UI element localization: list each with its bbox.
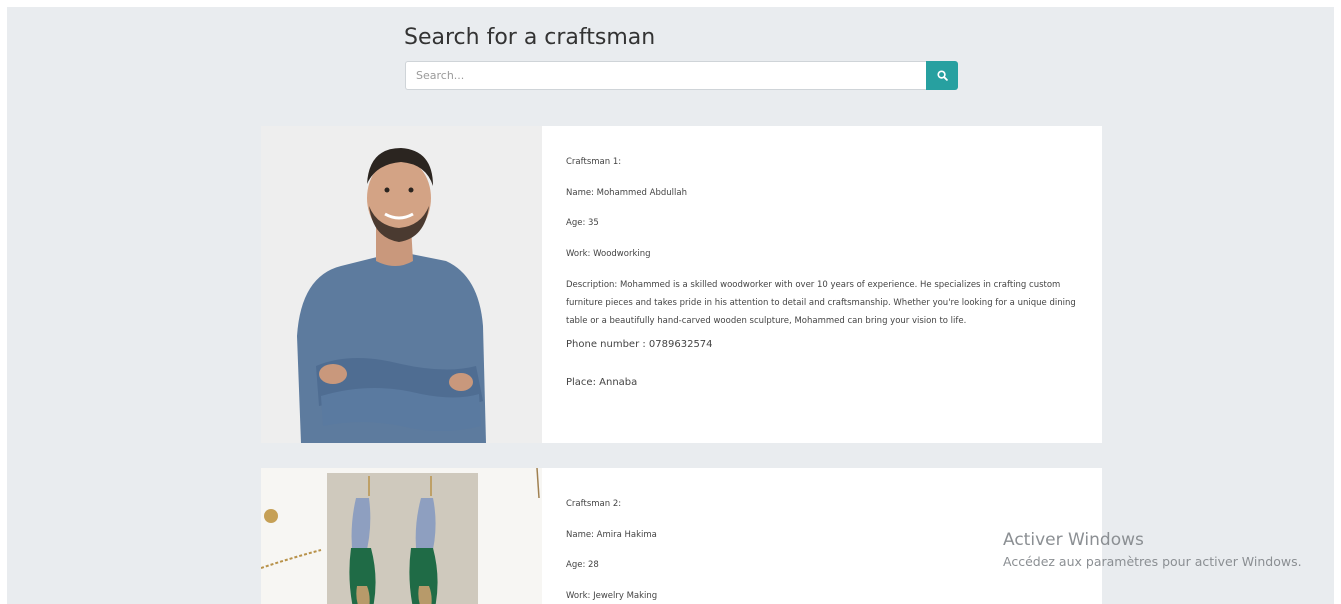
craftsman-phone: Phone number : 0789632574 — [566, 339, 713, 350]
craftsman-name: Name: Amira Hakima — [566, 529, 657, 540]
search-button[interactable] — [926, 61, 958, 90]
craftsman-description: Description: Mohammed is a skilled woodw… — [566, 280, 1076, 326]
page-title: Search for a craftsman — [404, 25, 656, 50]
craftsman-age: Age: 28 — [566, 560, 599, 570]
search-bar — [405, 61, 958, 90]
craftsman-info: Craftsman 1: Name: Mohammed Abdullah Age… — [542, 126, 1102, 443]
craftsman-info: Craftsman 2: Name: Amira Hakima Age: 28 … — [542, 468, 1102, 604]
page-background: Search for a craftsman Search... Craftsm… — [7, 7, 1334, 604]
craftsman-work: Work: Jewelry Making — [566, 590, 658, 601]
craftsman-place: Place: Annaba — [566, 377, 638, 388]
craftsman-name: Name: Mohammed Abdullah — [566, 187, 687, 198]
craftsman-age: Age: 35 — [566, 218, 599, 228]
craftsman-card: Craftsman 2: Name: Amira Hakima Age: 28 … — [261, 468, 1102, 604]
craftsman-card: Craftsman 1: Name: Mohammed Abdullah Age… — [261, 126, 1102, 443]
craftsman-heading: Craftsman 1: — [566, 157, 622, 167]
search-input[interactable] — [405, 61, 926, 90]
search-icon — [936, 70, 948, 81]
craftsman-photo — [261, 468, 542, 604]
craftsman-work: Work: Woodworking — [566, 248, 651, 259]
craftsman-photo — [261, 126, 542, 443]
craftsman-heading: Craftsman 2: — [566, 499, 622, 509]
